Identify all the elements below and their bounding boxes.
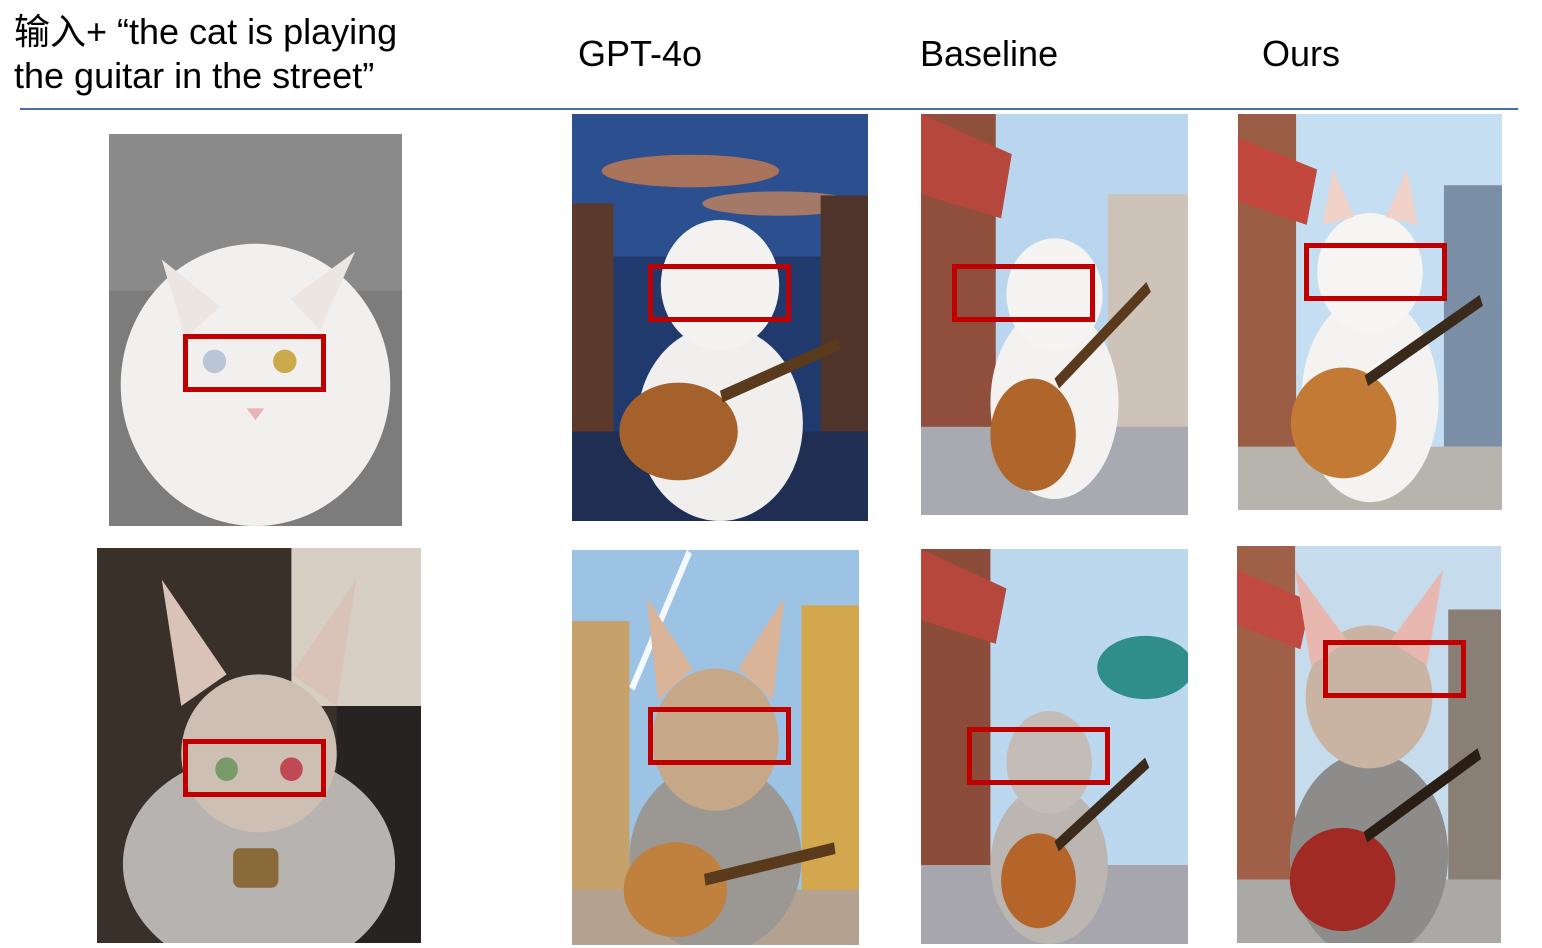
input-image-row1 — [109, 134, 402, 526]
ours-image-row1 — [1238, 114, 1502, 510]
eye-highlight-box — [648, 707, 791, 765]
prompt-caption-line-1: 输入+ “the cat is playing — [14, 11, 398, 52]
column-header-gpt4o: GPT-4o — [578, 33, 703, 74]
header-divider — [20, 108, 1518, 110]
eye-highlight-box — [648, 264, 791, 322]
eye-highlight-box — [967, 727, 1110, 785]
eye-highlight-box — [183, 739, 326, 797]
column-header-ours: Ours — [1262, 33, 1341, 74]
column-header-baseline: Baseline — [920, 33, 1059, 74]
prompt-caption: 输入+ “the cat is playing the guitar in th… — [14, 10, 397, 98]
prompt-caption-line-2: the guitar in the street” — [14, 55, 375, 96]
eye-highlight-box — [1323, 640, 1466, 698]
eye-highlight-box — [952, 264, 1095, 322]
eye-highlight-box — [183, 334, 326, 392]
ours-image-row2 — [1237, 546, 1501, 943]
eye-highlight-box — [1304, 243, 1447, 301]
